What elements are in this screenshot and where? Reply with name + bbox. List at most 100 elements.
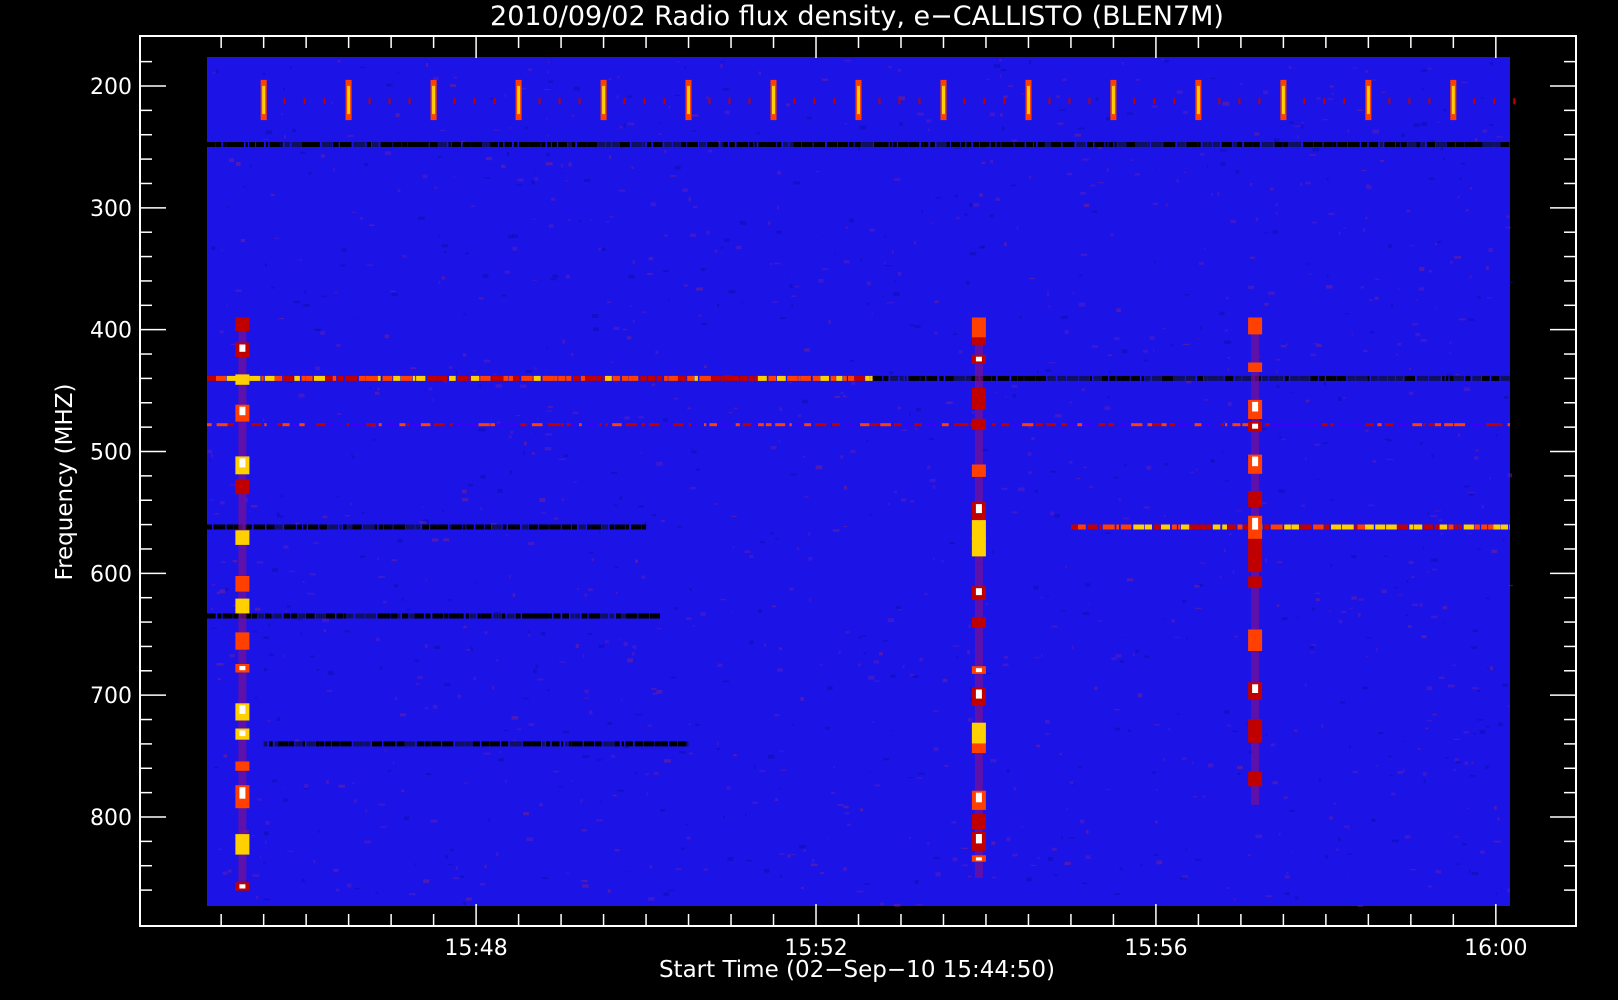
band-segment xyxy=(1386,524,1397,530)
burst-blob xyxy=(971,814,986,830)
interference-dot xyxy=(473,98,476,105)
band-segment xyxy=(1173,375,1185,381)
noise-speck xyxy=(536,417,539,420)
band-segment xyxy=(939,375,944,381)
noise-speck xyxy=(510,430,514,434)
noise-speck xyxy=(539,498,546,502)
interference-dot xyxy=(833,98,836,105)
noise-speck xyxy=(1062,78,1067,81)
noise-speck xyxy=(897,271,902,276)
band-segment xyxy=(1047,375,1056,381)
noise-speck xyxy=(1408,561,1414,564)
noise-speck xyxy=(424,644,428,648)
band-segment xyxy=(1017,375,1024,381)
noise-speck xyxy=(1344,313,1349,315)
interference-dot xyxy=(283,98,286,105)
noise-speck xyxy=(384,334,390,339)
noise-speck xyxy=(1339,701,1345,704)
noise-speck xyxy=(670,175,677,177)
noise-speck xyxy=(686,837,691,840)
noise-speck xyxy=(274,237,280,239)
noise-speck xyxy=(463,313,466,316)
band-segment xyxy=(1079,375,1090,381)
noise-speck xyxy=(993,64,1001,68)
noise-speck xyxy=(674,94,681,96)
band-segment xyxy=(245,142,248,147)
band-segment xyxy=(507,613,515,619)
noise-speck xyxy=(717,748,721,750)
band-segment xyxy=(1161,524,1170,530)
band-segment xyxy=(416,142,429,147)
noise-speck xyxy=(860,257,863,262)
noise-speck xyxy=(1200,153,1205,156)
band-segment xyxy=(1082,423,1095,427)
band-segment xyxy=(1152,423,1162,427)
band-segment xyxy=(1491,375,1500,381)
noise-speck xyxy=(571,353,574,356)
interference-dot xyxy=(963,98,966,105)
noise-speck xyxy=(596,759,603,761)
interference-dot xyxy=(1343,98,1346,105)
band-segment xyxy=(278,741,289,747)
noise-speck xyxy=(768,754,775,759)
noise-speck xyxy=(871,721,874,723)
interference-dot xyxy=(1323,98,1326,105)
noise-speck xyxy=(219,330,224,334)
band-segment xyxy=(1439,524,1448,530)
noise-speck xyxy=(1308,273,1312,275)
burst-core xyxy=(1252,423,1259,429)
noise-speck xyxy=(874,680,880,682)
noise-speck xyxy=(565,274,570,279)
band-segment xyxy=(493,613,502,619)
noise-speck xyxy=(264,263,267,267)
interference-dot xyxy=(1153,98,1156,105)
band-segment xyxy=(328,423,334,427)
band-segment xyxy=(687,375,694,381)
noise-speck xyxy=(298,393,305,398)
noise-speck xyxy=(1027,471,1033,474)
band-segment xyxy=(380,142,393,147)
noise-speck xyxy=(414,863,417,866)
noise-speck xyxy=(915,427,918,431)
interference-dot xyxy=(558,98,561,105)
band-segment xyxy=(966,142,972,147)
band-segment xyxy=(355,613,365,619)
band-segment xyxy=(854,142,861,147)
burst-blob xyxy=(971,337,986,345)
noise-speck xyxy=(1448,352,1452,354)
noise-speck xyxy=(1428,270,1432,273)
noise-speck xyxy=(568,219,571,222)
noise-speck xyxy=(1122,517,1129,520)
interference-core xyxy=(517,85,521,115)
noise-speck xyxy=(1489,62,1493,66)
band-segment xyxy=(1291,524,1299,530)
noise-speck xyxy=(1503,538,1505,542)
band-segment xyxy=(416,741,425,747)
noise-speck xyxy=(285,609,287,613)
noise-speck xyxy=(488,818,490,822)
noise-speck xyxy=(1374,296,1379,300)
noise-speck xyxy=(410,367,417,370)
noise-speck xyxy=(1120,660,1124,663)
noise-speck xyxy=(240,238,246,243)
noise-speck xyxy=(754,765,756,769)
band-segment xyxy=(904,375,907,381)
noise-speck xyxy=(289,66,292,69)
noise-speck xyxy=(1156,860,1163,865)
noise-speck xyxy=(1181,757,1187,760)
band-segment xyxy=(549,613,553,619)
interference-dot xyxy=(323,98,326,105)
band-segment xyxy=(1465,375,1471,381)
band-segment xyxy=(801,142,813,147)
noise-speck xyxy=(822,78,829,81)
band-segment xyxy=(542,741,545,747)
band-segment xyxy=(699,375,711,381)
noise-speck xyxy=(1309,645,1314,649)
band-segment xyxy=(1252,142,1260,147)
noise-speck xyxy=(452,877,460,880)
band-segment xyxy=(719,423,723,427)
band-segment xyxy=(1171,524,1177,530)
noise-speck xyxy=(223,754,228,758)
noise-speck xyxy=(1406,580,1409,583)
noise-speck xyxy=(632,260,635,264)
